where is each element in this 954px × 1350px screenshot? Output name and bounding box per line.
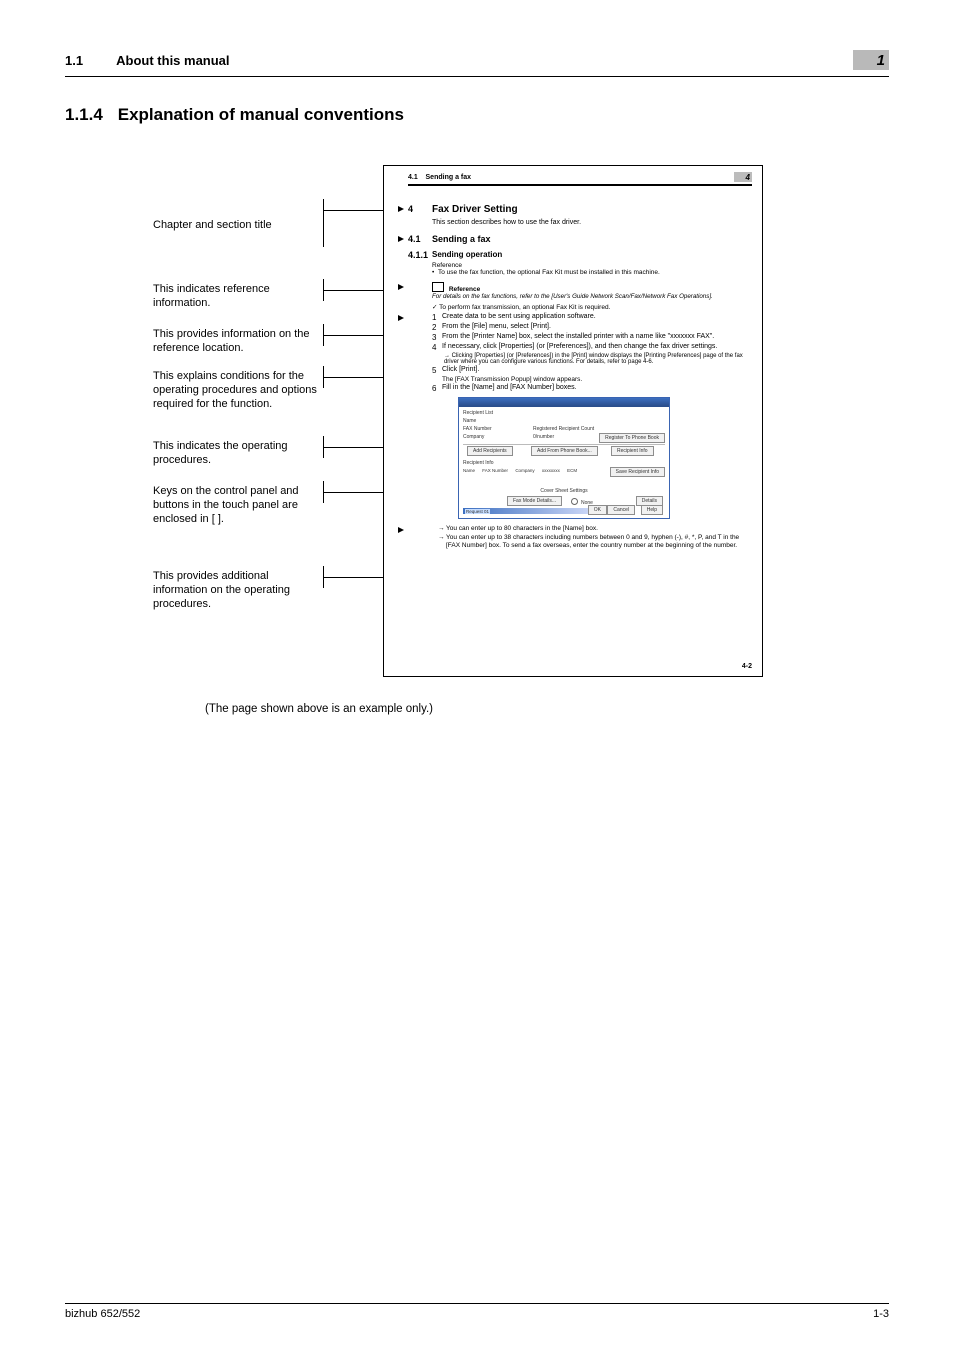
ex-ref-bullet: To use the fax function, the optional Fa… [438, 269, 660, 276]
ex-step2: From the [File] menu, select [Print]. [442, 323, 551, 332]
ex-step5-desc: The [FAX Transmission Popup] window appe… [442, 376, 582, 383]
ex-step1: Create data to be sent using application… [442, 313, 596, 322]
mini-head-text: Sending a fax [426, 174, 472, 181]
running-head-title: About this manual [116, 53, 229, 68]
label-reference-info: This indicates reference information. [153, 283, 323, 311]
label-conditions: This explains conditions for the operati… [153, 370, 323, 411]
ex-ref-label: Reference [432, 262, 748, 269]
dlg-faxnum: FAX Number [463, 426, 492, 432]
dlg-ok: OK [588, 505, 607, 515]
convention-diagram: Chapter and section title This indicates… [153, 165, 773, 685]
ex-h2-num: 4.1 [408, 234, 432, 244]
ex-h1-desc: This section describes how to use the fa… [432, 219, 581, 226]
dlg-save-info: Save Recipient Info [610, 467, 665, 477]
book-icon [432, 282, 444, 292]
dlg-mode-details: Fax Mode Details... [507, 496, 562, 506]
footer-rule [65, 1303, 889, 1304]
header-rule [65, 76, 889, 77]
dlg-reg-phonebook: Register To Phone Book [599, 433, 665, 443]
ex-page-number: 4-2 [742, 663, 752, 670]
running-head: 1.1 About this manual [65, 53, 230, 68]
diagram-caption: (The page shown above is an example only… [205, 703, 889, 715]
ex-h3-num: 4.1.1 [408, 250, 432, 260]
dialog-mock: Recipient List Name FAX Number Registere… [458, 397, 670, 519]
section-title-text: Explanation of manual conventions [118, 105, 404, 124]
ex-h1-num: 4 [408, 204, 432, 214]
ex-step4: If necessary, click [Properties] (or [Pr… [442, 343, 717, 352]
dlg-cover: Cover Sheet Settings [540, 488, 587, 494]
dlg-company: Company [463, 434, 484, 440]
dlg-add-phonebook: Add From Phone Book... [531, 446, 598, 456]
dlg-name2: Name [463, 468, 475, 473]
chapter-badge: 1 [853, 50, 889, 70]
ex-step4-sub: Clicking [Properties] (or [Preferences])… [444, 353, 743, 365]
ex-h2: Sending a fax [432, 234, 491, 244]
ex-cond-line: ✓ To perform fax transmission, an option… [432, 303, 748, 311]
ex-refbox-label: Reference [449, 286, 480, 293]
footer-model: bizhub 652/552 [65, 1308, 140, 1320]
footer-page-number: 1-3 [873, 1308, 889, 1320]
section-number: 1.1.4 [65, 105, 113, 125]
label-chapter-section-title: Chapter and section title [153, 219, 323, 233]
example-page: 4.1 Sending a fax 4 4 Fax Driver Setting… [383, 165, 763, 677]
ex-bullet2: You can enter up to 38 characters includ… [438, 534, 748, 550]
dlg-cancel: Cancel [607, 505, 635, 515]
dlg-recipient-list: Recipient List [463, 410, 493, 416]
label-additional-info: This provides additional information on … [153, 570, 323, 611]
ex-bullet1: You can enter up to 80 characters in the… [438, 525, 748, 533]
dlg-faxnum2: FAX Number [482, 468, 508, 473]
ex-step3: From the [Printer Name] box, select the … [442, 333, 714, 342]
mini-badge: 4 [734, 172, 752, 182]
label-reference-location: This provides information on the referen… [153, 328, 323, 356]
dlg-ecm: ECM [567, 468, 577, 473]
dlg-add-recipients: Add Recipients [467, 446, 513, 456]
section-heading: 1.1.4 Explanation of manual conventions [65, 105, 889, 125]
ex-h3: Sending operation [432, 250, 502, 259]
label-operating-procedures: This indicates the operating procedures. [153, 440, 323, 468]
ex-refbox-line: For details on the fax functions, refer … [432, 293, 748, 300]
ex-h1: Fax Driver Setting [432, 204, 518, 215]
dlg-company2: Company [515, 468, 534, 473]
mini-head-num: 4.1 [408, 174, 418, 181]
dlg-help: Help [641, 505, 663, 515]
dlg-details: Recipient Info [611, 446, 654, 456]
label-keys-brackets: Keys on the control panel and buttons in… [153, 485, 323, 526]
ex-step6: Fill in the [Name] and [FAX Number] boxe… [442, 384, 577, 393]
dlg-recipient-info: Recipient Info [463, 460, 494, 466]
ex-step5: Click [Print]. [442, 366, 479, 375]
dlg-name: Name [463, 418, 476, 424]
dlg-regcount: Registered Recipient Count [533, 426, 594, 432]
dlg-req1: Request 01 [465, 509, 490, 514]
running-head-number: 1.1 [65, 53, 113, 68]
chapter-badge-number: 1 [877, 52, 885, 69]
